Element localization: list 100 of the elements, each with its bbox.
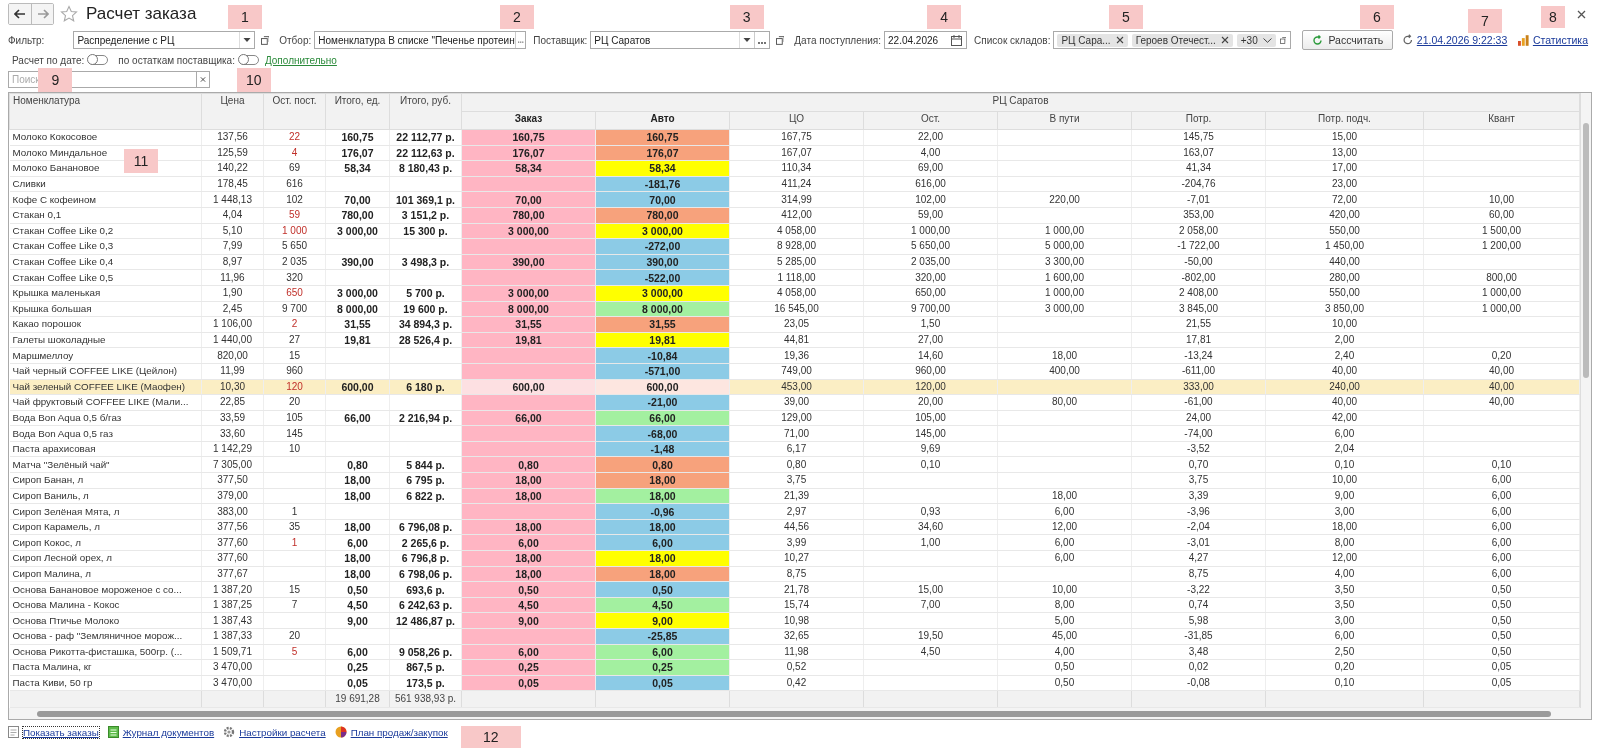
table-cell: 33,59 xyxy=(201,410,264,426)
table-cell: 6 795 р. xyxy=(389,472,462,489)
table-cell: 6,00 xyxy=(1423,488,1580,504)
table-cell: 8 928,00 xyxy=(729,238,864,255)
table-cell: 7 305,00 xyxy=(201,456,264,473)
table-cell: 8,00 xyxy=(1265,534,1424,551)
table-cell: 1 387,20 xyxy=(201,581,264,598)
product-name-cell: Стакан 0,1 xyxy=(9,207,202,224)
product-name-cell: Вода Bon Aqua 0,5 б/газ xyxy=(9,410,202,426)
table-cell: 23,05 xyxy=(729,316,864,333)
table-cell: 1 440,00 xyxy=(201,332,264,348)
table-cell: -3,52 xyxy=(1131,441,1266,457)
table-cell: 412,00 xyxy=(729,207,864,224)
table-cell: 0,50 xyxy=(997,659,1132,676)
table-cell: 3,99 xyxy=(729,534,864,551)
table-cell: 800,00 xyxy=(1423,269,1580,286)
table-cell: 1 600,00 xyxy=(997,269,1132,286)
table-cell: 749,00 xyxy=(729,363,864,379)
table-cell: 101 369,1 р. xyxy=(389,191,462,208)
product-name-cell: Сироп Ваниль, л xyxy=(9,488,202,504)
table-cell: 105 xyxy=(263,410,326,426)
table-cell: 105,00 xyxy=(863,410,998,426)
table-cell: -74,00 xyxy=(1131,425,1266,442)
table-cell: 616,00 xyxy=(863,176,998,192)
table-cell: 167,75 xyxy=(729,129,864,146)
table-cell: 24,00 xyxy=(1131,410,1266,426)
table-cell: 0,10 xyxy=(1265,456,1424,473)
filter-label: Фильтр: xyxy=(8,34,45,46)
table-cell: 176,07 xyxy=(325,145,390,161)
product-name-cell: Основа Малина - Кокос xyxy=(9,597,202,613)
table-cell: 20,00 xyxy=(863,394,998,411)
table-cell: 15 xyxy=(263,347,326,364)
table-cell: 11,96 xyxy=(201,269,264,286)
product-name-cell: Крышка большая xyxy=(9,301,202,317)
table-cell: 160,75 xyxy=(325,129,390,146)
table-cell: 0,80 xyxy=(729,456,864,473)
annotation-marker: 9 xyxy=(38,68,73,93)
table-cell: 21,78 xyxy=(729,581,864,598)
table-cell: 32,65 xyxy=(729,628,864,645)
annotation-marker: 11 xyxy=(124,148,158,173)
annotation-marker: 1 xyxy=(228,5,262,30)
annotation-marker: 8 xyxy=(1540,5,1565,28)
table-cell: -61,00 xyxy=(1131,394,1266,411)
table-cell: 23,00 xyxy=(1265,176,1424,192)
table-cell: 2,00 xyxy=(1265,332,1424,348)
table-cell: 6 798,06 р. xyxy=(389,566,462,582)
table-cell: 9 700 xyxy=(263,301,326,317)
product-name-cell: Основа - раф "Земляничное морож... xyxy=(9,628,202,645)
table-cell: 20 xyxy=(263,628,326,645)
table-cell: 22,00 xyxy=(863,129,998,146)
table-cell: 0,70 xyxy=(1131,456,1266,473)
table-cell: -0,08 xyxy=(1131,675,1266,691)
table-cell: 44,56 xyxy=(729,519,864,535)
table-cell: 8,75 xyxy=(729,566,864,582)
table-cell: 17,00 xyxy=(1265,160,1424,177)
table-cell: 19,36 xyxy=(729,347,864,364)
table-cell: 72,00 xyxy=(1265,191,1424,208)
table-cell: 5 844 р. xyxy=(389,456,462,473)
table-cell: 20 xyxy=(263,394,326,411)
table-cell: 10 xyxy=(263,441,326,457)
table-cell: 6,00 xyxy=(325,534,390,551)
table-cell: 4 058,00 xyxy=(729,285,864,302)
table-cell: 58,34 xyxy=(325,160,390,177)
annotation-marker: 4 xyxy=(927,5,962,30)
product-name-cell: Паста Малина, кг xyxy=(9,659,202,676)
table-cell: 3,50 xyxy=(1265,597,1424,613)
product-name-cell: Основа Банановое мороженое с со... xyxy=(9,581,202,598)
table-cell: 377,50 xyxy=(201,472,264,489)
table-cell: 3 151,2 р. xyxy=(389,207,462,224)
table-cell: 3 470,00 xyxy=(201,659,264,676)
table-cell: 18,00 xyxy=(997,347,1132,364)
table-cell: 44,81 xyxy=(729,332,864,348)
table-cell: 0,80 xyxy=(325,456,390,473)
table-cell: 1 142,29 xyxy=(201,441,264,457)
product-name-cell: Кофе С кофеином xyxy=(9,191,202,208)
table-cell: 1 000 xyxy=(263,223,326,239)
table-cell: 15,00 xyxy=(1265,129,1424,146)
table-cell: 15 300 р. xyxy=(389,223,462,239)
table-cell: 40,00 xyxy=(1265,394,1424,411)
table-cell: 0,50 xyxy=(1423,612,1580,629)
table-cell: 0,05 xyxy=(1423,675,1580,691)
product-name-cell: Галеты шоколадные xyxy=(9,332,202,348)
annotation-marker: 7 xyxy=(1468,8,1502,33)
table-cell: 18,00 xyxy=(1265,519,1424,535)
table-cell: 2,04 xyxy=(1265,441,1424,457)
table-cell: -50,00 xyxy=(1131,254,1266,270)
table-cell: 1 xyxy=(263,503,326,520)
table-cell: 70,00 xyxy=(325,191,390,208)
table-cell: 6,00 xyxy=(1265,425,1424,442)
table-cell: 60,00 xyxy=(1423,207,1580,224)
table-cell: 27 xyxy=(263,332,326,348)
group-header: РЦ Саратов xyxy=(461,93,1580,112)
table-cell: 0,50 xyxy=(1423,597,1580,613)
product-name-cell: Стакан Coffee Like 0,4 xyxy=(9,254,202,270)
table-cell: 1 448,13 xyxy=(201,191,264,208)
table-cell: 320 xyxy=(263,269,326,286)
table-cell: 125,59 xyxy=(201,145,264,161)
table-cell: -3,96 xyxy=(1131,503,1266,520)
table-cell: 4,50 xyxy=(863,644,998,660)
table-cell: 69 xyxy=(263,160,326,177)
